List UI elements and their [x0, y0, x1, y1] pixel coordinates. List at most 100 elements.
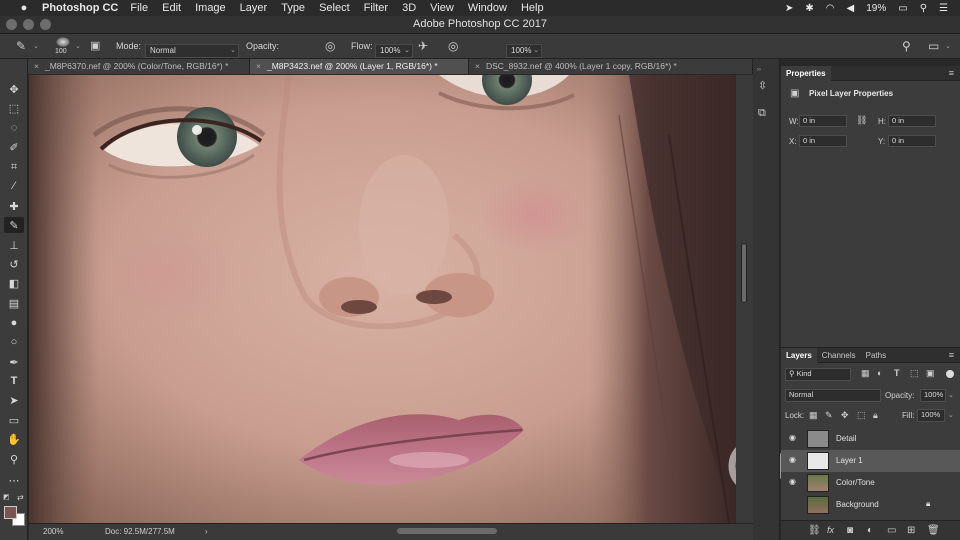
visibility-eye-icon[interactable]: ◉	[789, 455, 796, 464]
notification-center-icon[interactable]: ☰	[939, 3, 948, 14]
height-input[interactable]: 0 in	[888, 115, 936, 127]
battery-percent[interactable]: 19%	[866, 3, 886, 14]
menu-layer[interactable]: Layer	[240, 2, 268, 14]
menu-help[interactable]: Help	[521, 2, 544, 14]
default-colors-icon[interactable]: ◩	[3, 493, 10, 501]
crop-tool-icon[interactable]: ⌗	[4, 159, 24, 175]
pen-tool-icon[interactable]: ✒	[4, 354, 24, 370]
brush-preview-icon[interactable]	[56, 37, 70, 47]
apple-menu-icon[interactable]: ●	[14, 2, 34, 14]
close-icon[interactable]: ×	[475, 61, 480, 71]
y-input[interactable]: 0 in	[888, 135, 936, 147]
mode-select[interactable]: Normal ⌄	[145, 44, 239, 58]
visibility-eye-icon[interactable]: ◉	[789, 477, 796, 486]
layer-opacity-input[interactable]: 100%	[920, 389, 946, 402]
document-canvas[interactable]	[29, 75, 736, 523]
chevron-down-icon[interactable]: ⌄	[75, 42, 81, 50]
x-input[interactable]: 0 in	[799, 135, 847, 147]
spotlight-search-icon[interactable]: ⚲	[920, 3, 927, 14]
vertical-scrollbar[interactable]	[736, 75, 753, 523]
eraser-tool-icon[interactable]: ◧	[4, 275, 24, 291]
filter-toggle-button[interactable]	[946, 370, 954, 378]
pressure-opacity-icon[interactable]: ◎	[325, 39, 335, 53]
brush-settings-panel-icon[interactable]: ▣	[90, 39, 100, 52]
location-icon[interactable]: ➤	[785, 3, 793, 14]
menu-filter[interactable]: Filter	[364, 2, 388, 14]
clone-stamp-tool-icon[interactable]: ⊥	[4, 237, 24, 253]
bluetooth-icon[interactable]: ✱	[805, 3, 813, 14]
new-group-icon[interactable]: ▭	[887, 525, 896, 536]
search-icon[interactable]: ⚲	[902, 39, 911, 53]
marquee-tool-icon[interactable]: ⬚	[4, 100, 24, 116]
history-brush-tool-icon[interactable]: ↺	[4, 256, 24, 272]
blend-mode-select[interactable]: Normal	[785, 389, 881, 402]
chevron-right-icon[interactable]: ›	[205, 527, 208, 536]
quick-selection-tool-icon[interactable]: ✐	[4, 139, 24, 155]
horizontal-scroll-thumb[interactable]	[397, 528, 497, 534]
brush-tool-preset-icon[interactable]: ✎	[16, 39, 26, 53]
menu-select[interactable]: Select	[319, 2, 350, 14]
tab-properties[interactable]: Properties	[781, 65, 831, 81]
close-icon[interactable]: ×	[34, 61, 39, 71]
layer-style-icon[interactable]: fx	[827, 525, 834, 535]
filter-kind-select[interactable]: ⚲ Kind	[785, 368, 851, 381]
airbrush-icon[interactable]: ✈	[418, 39, 428, 53]
adjustment-layer-icon[interactable]: ◐	[867, 525, 873, 536]
menu-view[interactable]: View	[430, 2, 454, 14]
tab-layers[interactable]: Layers	[781, 347, 817, 363]
scroll-thumb[interactable]	[741, 243, 747, 303]
properties-panel-icon[interactable]: ⧉	[758, 107, 766, 120]
pressure-size-icon[interactable]: ◎	[448, 39, 458, 53]
menu-window[interactable]: Window	[468, 2, 507, 14]
filter-adjustment-icon[interactable]: ◐	[877, 368, 882, 378]
lock-artboard-icon[interactable]: ⬚	[857, 410, 866, 421]
wifi-icon[interactable]: ◠	[826, 3, 835, 14]
layer-row-background[interactable]: Background 🔒︎	[781, 494, 960, 516]
brush-tool-icon[interactable]: ✎	[4, 217, 24, 233]
opacity-input[interactable]: 100% ⌄	[375, 44, 413, 58]
collapse-icon[interactable]: ››	[757, 67, 761, 73]
menu-edit[interactable]: Edit	[162, 2, 181, 14]
zoom-level[interactable]: 200%	[43, 527, 63, 536]
volume-icon[interactable]: ◀	[847, 3, 855, 14]
filter-shape-icon[interactable]: ⬚	[910, 368, 919, 379]
chevron-down-icon[interactable]: ⌄	[33, 42, 39, 50]
add-mask-icon[interactable]: ◙	[847, 525, 853, 536]
width-input[interactable]: 0 in	[799, 115, 847, 127]
type-tool-icon[interactable]: T	[4, 373, 24, 389]
fill-input[interactable]: 100%	[917, 409, 945, 422]
chevron-down-icon[interactable]: ⌄	[948, 411, 954, 419]
menu-image[interactable]: Image	[195, 2, 226, 14]
tab-document-1[interactable]: × _M8P6370.nef @ 200% (Color/Tone, RGB/16…	[28, 59, 250, 74]
hand-tool-icon[interactable]: ✋	[4, 431, 24, 447]
layer-row-detail[interactable]: ◉ Detail	[781, 428, 960, 450]
lock-all-icon[interactable]: 🔒︎	[873, 410, 878, 421]
tab-paths[interactable]: Paths	[861, 348, 891, 363]
lasso-tool-icon[interactable]: ◌	[4, 120, 24, 136]
workspace-icon[interactable]: ▭	[928, 39, 939, 53]
foreground-color-swatch[interactable]	[4, 506, 17, 519]
link-icon[interactable]: ⛓	[856, 115, 867, 126]
path-selection-tool-icon[interactable]: ➤	[4, 392, 24, 408]
menu-file[interactable]: File	[130, 2, 148, 14]
filter-smart-object-icon[interactable]: ▣	[926, 368, 935, 379]
panel-menu-icon[interactable]: ≡	[949, 68, 954, 78]
tab-document-3[interactable]: × DSC_8932.nef @ 400% (Layer 1 copy, RGB/…	[469, 59, 753, 74]
filter-pixel-icon[interactable]: ▦	[861, 368, 870, 379]
chevron-down-icon[interactable]: ⌄	[948, 391, 954, 399]
menu-3d[interactable]: 3D	[402, 2, 416, 14]
lock-transparent-icon[interactable]: ▦	[809, 410, 818, 421]
gradient-tool-icon[interactable]: ▤	[4, 295, 24, 311]
swap-colors-icon[interactable]: ⇄	[17, 493, 24, 502]
chevron-down-icon[interactable]: ⌄	[945, 42, 951, 50]
flow-input[interactable]: 100% ⌄	[506, 44, 542, 58]
eyedropper-tool-icon[interactable]: ⁄	[4, 178, 24, 194]
dodge-tool-icon[interactable]: ○	[4, 334, 24, 350]
layer-row-color-tone[interactable]: ◉ Color/Tone	[781, 472, 960, 494]
menu-type[interactable]: Type	[281, 2, 305, 14]
layer-row-layer-1[interactable]: ◉ Layer 1	[781, 450, 960, 472]
lock-position-icon[interactable]: ✥	[841, 410, 849, 421]
rectangle-tool-icon[interactable]: ▭	[4, 412, 24, 428]
move-tool-icon[interactable]: ✥	[4, 81, 24, 97]
visibility-eye-icon[interactable]: ◉	[789, 433, 796, 442]
